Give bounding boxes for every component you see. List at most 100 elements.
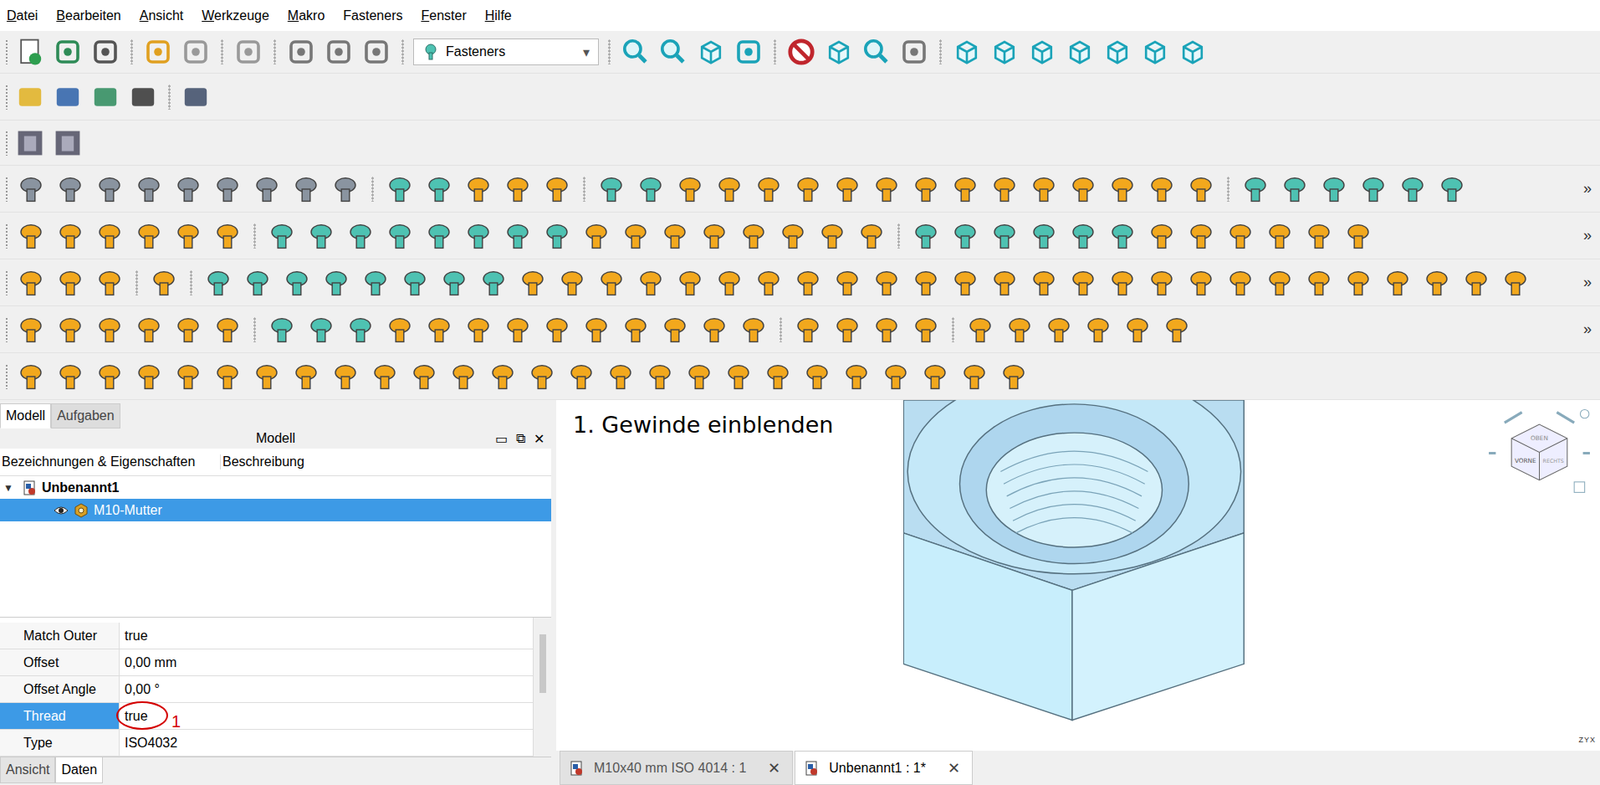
panel-tab[interactable]: Aufgaben (51, 403, 121, 429)
fastener-icon[interactable] (210, 314, 245, 345)
menu-item[interactable]: Ansicht (139, 8, 184, 24)
fastener-icon[interactable] (422, 314, 456, 345)
eye-icon[interactable] (53, 502, 69, 518)
undo-icon[interactable] (142, 36, 174, 67)
fastener-icon[interactable] (948, 173, 982, 205)
document-tab[interactable]: M10x40 mm ISO 4014 : 1 ✕ (559, 750, 793, 785)
fastener-icon[interactable] (1420, 267, 1454, 298)
fastener-icon[interactable] (383, 173, 417, 205)
fastener-icon[interactable] (1302, 220, 1336, 251)
zoom-icon[interactable] (860, 36, 893, 67)
fastener-icon[interactable] (963, 314, 997, 345)
fastener-icon[interactable] (92, 361, 127, 392)
fastener-icon[interactable] (633, 173, 668, 205)
fastener-icon[interactable] (265, 220, 299, 251)
toolbar-grip[interactable] (5, 84, 9, 110)
fastener-icon[interactable] (791, 314, 825, 345)
fastener-icon[interactable] (319, 267, 353, 298)
fastener-icon[interactable] (1105, 173, 1140, 205)
cursor-icon[interactable] (179, 81, 212, 113)
property-row[interactable]: Offset 0,00 mm (0, 649, 533, 676)
fastener-icon[interactable] (1105, 220, 1140, 251)
fastener-icon[interactable] (909, 267, 943, 298)
fastener-icon[interactable] (1498, 267, 1533, 298)
fastener-icon[interactable] (1066, 267, 1100, 298)
toolbar-grip[interactable] (5, 39, 9, 65)
close-button[interactable]: ✕ (533, 430, 545, 447)
fastener-icon[interactable] (579, 314, 614, 345)
fastener-icon[interactable] (633, 267, 668, 298)
cut-icon[interactable] (285, 36, 317, 67)
fastener-icon[interactable] (407, 361, 441, 392)
cube-icon[interactable] (1101, 36, 1134, 67)
redo-icon[interactable] (179, 36, 212, 67)
copy-icon[interactable] (322, 36, 355, 67)
fastener-icon[interactable] (1395, 173, 1430, 205)
fastener-icon[interactable] (92, 314, 127, 345)
part-icon[interactable] (14, 81, 47, 113)
property-tab[interactable]: Ansicht (0, 756, 56, 783)
fastener-icon[interactable] (673, 267, 707, 298)
fastener-icon[interactable] (673, 173, 707, 205)
panel-tab[interactable]: Modell (0, 403, 52, 429)
fastener-icon[interactable] (53, 220, 87, 251)
fastener-icon[interactable] (1184, 173, 1218, 205)
fastener-icon[interactable] (1184, 220, 1218, 251)
menu-item[interactable]: Werkzeuge (201, 8, 270, 24)
toolbar-grip[interactable] (5, 270, 9, 296)
fastener-icon[interactable] (461, 173, 496, 205)
fastener-icon[interactable] (132, 220, 166, 251)
fastener-icon[interactable] (1223, 267, 1258, 298)
fastener-icon[interactable] (171, 361, 205, 392)
fastener-icon[interactable] (909, 314, 943, 345)
fastener-icon[interactable] (987, 267, 1022, 298)
expand-toggle[interactable]: ▼ (3, 481, 17, 494)
zoom-icon[interactable] (657, 36, 690, 67)
fastener-icon[interactable] (751, 173, 786, 205)
fastener-icon[interactable] (555, 267, 589, 298)
toolbar-grip[interactable] (5, 363, 9, 389)
fastener-icon[interactable] (594, 173, 629, 205)
fastener-icon[interactable] (171, 173, 205, 205)
cube-icon[interactable] (823, 36, 855, 67)
fastener-icon[interactable] (909, 220, 943, 251)
property-row[interactable]: Match Outer true (0, 622, 533, 650)
menu-item[interactable]: Fenster (420, 8, 466, 24)
fastener-icon[interactable] (579, 220, 614, 251)
fastener-icon[interactable] (800, 361, 834, 392)
fastener-icon[interactable] (869, 267, 904, 298)
fastener-tool-icon[interactable] (51, 127, 84, 159)
fastener-icon[interactable] (446, 361, 481, 392)
fastener-icon[interactable] (250, 361, 284, 392)
fastener-icon[interactable] (328, 173, 363, 205)
fastener-icon[interactable] (761, 361, 795, 392)
fastener-icon[interactable] (500, 314, 535, 345)
fastener-icon[interactable] (461, 314, 496, 345)
fastener-icon[interactable] (682, 361, 716, 392)
fastener-icon[interactable] (1262, 267, 1297, 298)
fastener-icon[interactable] (343, 314, 378, 345)
fastener-icon[interactable] (869, 314, 904, 345)
fastener-icon[interactable] (461, 220, 496, 251)
fastener-icon[interactable] (132, 361, 166, 392)
fastener-icon[interactable] (14, 267, 48, 298)
toolbar-overflow[interactable]: » (1583, 179, 1592, 198)
fastener-icon[interactable] (53, 267, 87, 298)
fastener-icon[interactable] (289, 361, 323, 392)
fastener-icon[interactable] (721, 361, 756, 392)
navigation-cube[interactable]: OBENVORNERECHTS (1487, 404, 1592, 501)
fastener-icon[interactable] (485, 361, 520, 392)
fastener-icon[interactable] (909, 173, 943, 205)
fastener-icon[interactable] (658, 314, 692, 345)
property-row[interactable]: Thread true 1 (0, 702, 533, 730)
fastener-icon[interactable] (1341, 220, 1376, 251)
fastener-icon[interactable] (751, 267, 786, 298)
save-icon[interactable] (89, 36, 122, 67)
fastener-icon[interactable] (53, 361, 87, 392)
fastener-icon[interactable] (1066, 220, 1100, 251)
fastener-icon[interactable] (92, 220, 127, 251)
hex-nut-model[interactable] (903, 399, 1247, 722)
toolbar-overflow[interactable]: » (1583, 320, 1592, 338)
float-button[interactable]: ▭ (495, 430, 508, 447)
property-row[interactable]: Offset Angle 0,00 ° (0, 675, 533, 703)
